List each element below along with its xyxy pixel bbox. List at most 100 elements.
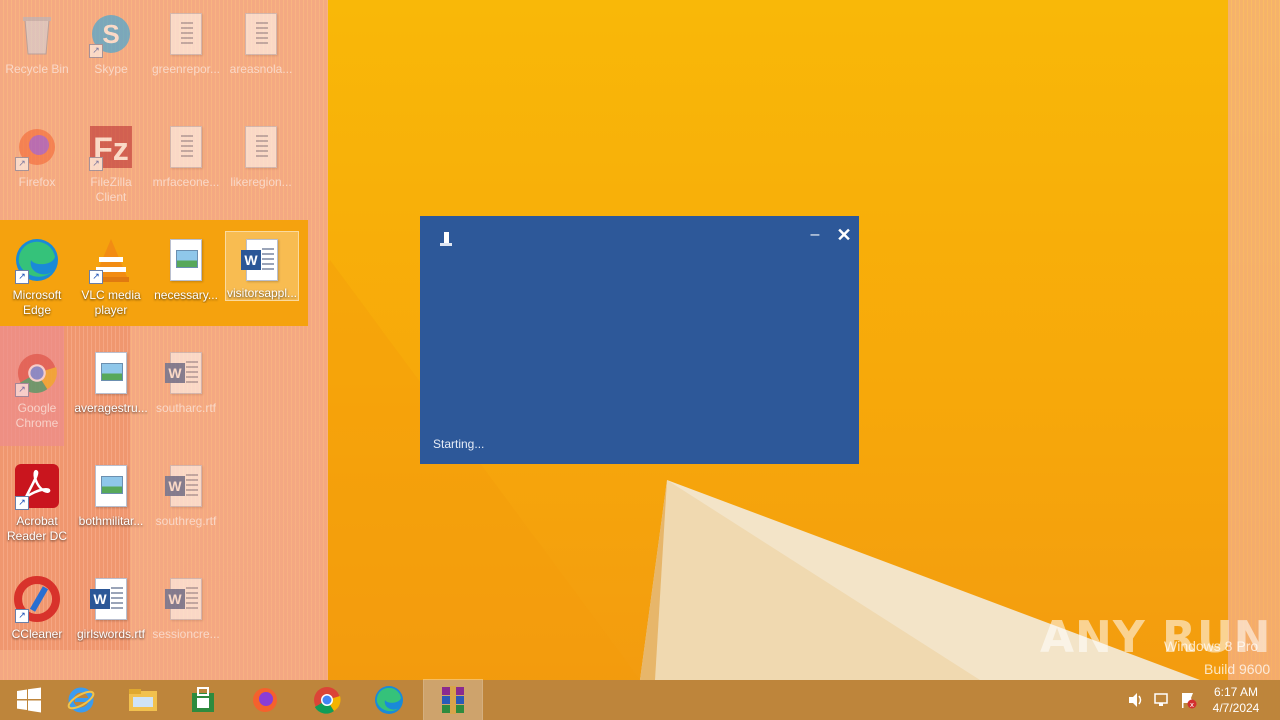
shortcut-arrow-icon: ↗ [89,44,103,58]
system-tray: x [1126,680,1198,720]
edge-icon: ↗ [13,236,61,284]
edge-icon [375,686,403,714]
windows-logo-icon [17,687,41,713]
taskbar-clock[interactable]: 6:17 AM 4/7/2024 [1200,684,1272,716]
filezilla-icon: Fz ↗ [87,123,135,171]
volume-icon[interactable] [1126,690,1146,710]
taskbar-winrar[interactable] [423,679,483,720]
doc-icon [237,10,285,58]
internet-explorer-icon [67,687,95,713]
taskbar-store[interactable] [174,680,232,720]
desktop-icon-microsoft-edge[interactable]: ↗ Microsoft Edge [0,230,74,330]
ccleaner-icon: ↗ [13,575,61,623]
desktop-icon-label: girlswords.rtf [76,627,145,641]
display-glitch-right [1228,0,1280,680]
file-explorer-icon [129,689,157,711]
shortcut-arrow-icon: ↗ [15,383,29,397]
action-center-flag-icon[interactable]: x [1178,690,1198,710]
word-icon: W [87,575,135,623]
desktop-icon-averagestru[interactable]: averagestru... [74,343,148,443]
chrome-icon: ↗ [13,349,61,397]
desktop-icon-label: likeregion... [230,175,292,189]
desktop-icon-recycle-bin[interactable]: Recycle Bin [0,4,74,104]
desktop-icon-label: FileZilla Client [90,175,132,204]
desktop-icon-girlswords-rtf[interactable]: Wgirlswords.rtf [74,569,148,669]
app-splash-window[interactable]: – ✕ Starting... [420,216,859,464]
desktop-icon-areasnola[interactable]: areasnola... [224,4,298,104]
desktop-icon-vlc-media-player[interactable]: ↗ VLC media player [74,230,148,330]
doc-icon [162,10,210,58]
desktop-icon-google-chrome[interactable]: ↗ Google Chrome [0,343,74,443]
clock-time: 6:17 AM [1213,685,1259,699]
desktop-icon-label: Recycle Bin [5,62,69,76]
desktop-icon-visitorsappl[interactable]: Wvisitorsappl... [225,231,299,301]
start-button[interactable] [0,680,58,720]
desktop-icon-skype[interactable]: S ↗ Skype [74,4,148,104]
desktop-icon-bothmilitar[interactable]: bothmilitar... [74,456,148,556]
desktop-icon-sessioncre[interactable]: Wsessioncre... [149,569,223,669]
image-icon [162,236,210,284]
taskbar-firefox[interactable] [236,680,294,720]
word-icon: W [162,575,210,623]
shortcut-arrow-icon: ↗ [15,496,29,510]
desktop-icon-label: Acrobat Reader DC [6,514,68,543]
taskbar-explorer[interactable] [114,680,172,720]
close-button[interactable]: ✕ [834,225,854,245]
doc-icon [162,123,210,171]
taskbar-ie[interactable] [52,680,110,720]
desktop-icon-label: Firefox [18,175,56,189]
desktop-icon-label: VLC media player [81,288,141,317]
desktop-icon-necessary[interactable]: necessary... [149,230,223,330]
desktop-icon-southreg-rtf[interactable]: Wsouthreg.rtf [149,456,223,556]
desktop-icon-label: averagestru... [74,401,148,415]
svg-text:x: x [1190,701,1194,709]
store-icon [192,687,214,712]
shortcut-arrow-icon: ↗ [15,157,29,171]
shortcut-arrow-icon: ↗ [89,157,103,171]
minimize-button[interactable]: – [806,226,824,244]
taskbar-edge[interactable] [360,680,418,720]
desktop-icon-firefox[interactable]: ↗ Firefox [0,117,74,217]
desktop-icon-acrobat-reader-dc[interactable]: ↗ Acrobat Reader DC [0,456,74,556]
desktop-icon-label: mrfaceone... [152,175,220,189]
os-build-text: Build 9600 [1204,661,1271,677]
desktop-icon-ccleaner[interactable]: ↗ CCleaner [0,569,74,669]
word-icon: W [238,238,286,282]
word-icon: W [162,462,210,510]
desktop-icon-label: visitorsappl... [226,286,298,300]
winrar-icon [442,686,464,714]
desktop-icon-likeregion[interactable]: likeregion... [224,117,298,217]
desktop-icon-label: areasnola... [229,62,293,76]
desktop-icon-greenrepor[interactable]: greenrepor... [149,4,223,104]
image-icon [87,462,135,510]
desktop-icon-label: Microsoft Edge [12,288,62,317]
acrobat-icon: ↗ [13,462,61,510]
desktop-icon-label: greenrepor... [151,62,221,76]
splash-status-text: Starting... [433,437,485,451]
desktop-icon-label: sessioncre... [152,627,220,641]
desktop-icon-mrfaceone[interactable]: mrfaceone... [149,117,223,217]
desktop-icon-label: bothmilitar... [78,514,144,528]
skype-icon: S ↗ [87,10,135,58]
firefox-icon: ↗ [13,123,61,171]
vlc-icon: ↗ [87,236,135,284]
network-icon[interactable] [1152,690,1172,710]
desktop-icon-label: necessary... [154,288,218,302]
shortcut-arrow-icon: ↗ [15,609,29,623]
desktop-icon-label: Skype [94,62,128,76]
shortcut-arrow-icon: ↗ [89,270,103,284]
desktop-icon-filezilla-client[interactable]: Fz ↗ FileZilla Client [74,117,148,217]
taskbar: x [0,679,1280,720]
taskbar-chrome[interactable] [298,680,356,720]
firefox-icon [253,688,277,712]
image-icon [87,349,135,397]
app-icon [440,232,452,246]
os-edition-text: Windows 8 Pro [1164,638,1259,654]
desktop-icon-label: CCleaner [11,627,63,641]
shortcut-arrow-icon: ↗ [15,270,29,284]
desktop-icon-southarc-rtf[interactable]: Wsoutharc.rtf [149,343,223,443]
desktop-icon-label: southreg.rtf [155,514,217,528]
clock-date: 4/7/2024 [1212,701,1260,715]
svg-text:S: S [102,19,119,49]
doc-icon [237,123,285,171]
